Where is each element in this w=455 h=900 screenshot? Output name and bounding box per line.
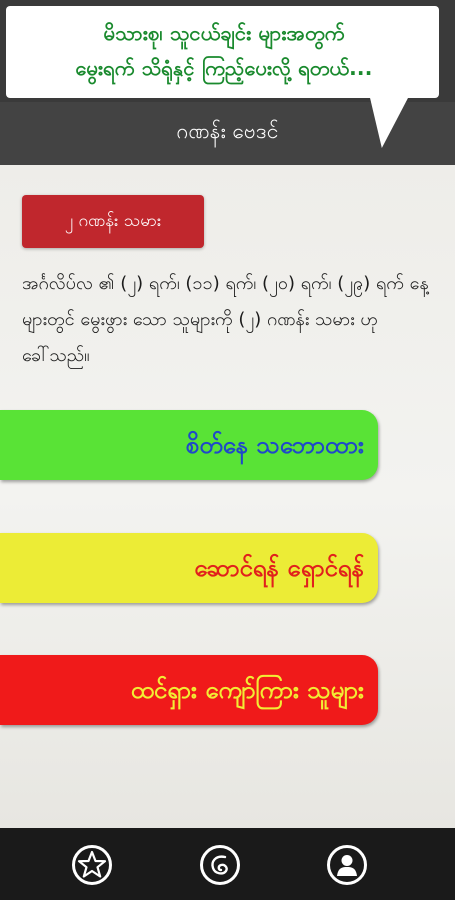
dos-and-donts-button-label: ဆောင်ရန် ရှောင်ရန် [194, 554, 364, 582]
myanmar-letter-icon[interactable] [200, 845, 240, 885]
famous-people-button[interactable]: ထင်ရှား ကျော်ကြား သူများ [0, 655, 378, 725]
personality-button[interactable]: စိတ်နေ သဘောထား [0, 410, 378, 480]
bubble-line-2: မွေးရက် သိရုံနှင့် ကြည့်ပေးလို့ ရတယ်... [75, 56, 373, 80]
bubble-line-1: မိသားစု၊ သူငယ်ချင်း များအတွက် [103, 21, 345, 45]
person-icon[interactable] [327, 845, 367, 885]
star-icon[interactable] [72, 845, 112, 885]
famous-people-button-label: ထင်ရှား ကျော်ကြား သူများ [130, 676, 364, 704]
bubble-text: မိသားစု၊ သူငယ်ချင်း များအတွက် မွေးရက် သိ… [20, 16, 428, 86]
category-label: ၂ ဂဏန်း သမား [64, 211, 162, 231]
bottom-nav-bar [0, 828, 455, 900]
speech-bubble: မိသားစု၊ သူငယ်ချင်း များအတွက် မွေးရက် သိ… [6, 6, 439, 98]
content-area [0, 165, 455, 828]
personality-button-label: စိတ်နေ သဘောထား [185, 431, 364, 459]
category-badge: ၂ ဂဏန်း သမား [22, 195, 204, 248]
top-banner: မိသားစု၊ သူငယ်ချင်း များအတွက် မွေးရက် သိ… [0, 0, 455, 102]
dos-and-donts-button[interactable]: ဆောင်ရန် ရှောင်ရန် [0, 533, 378, 603]
description-text: အင်္ဂလိပ်လ ၏ (၂) ရက်၊ (၁၁) ရက်၊ (၂၀) ရက်… [22, 273, 429, 366]
